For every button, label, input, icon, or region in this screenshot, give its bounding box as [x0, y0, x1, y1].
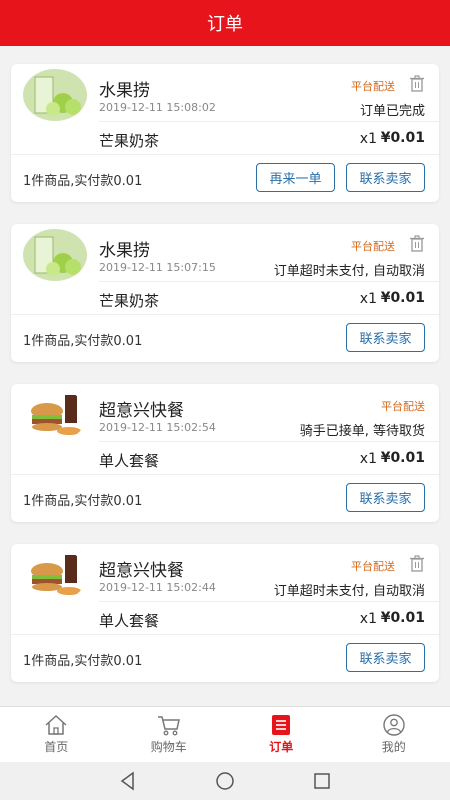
- contact-seller-button[interactable]: 联系卖家: [346, 163, 425, 192]
- divider: [11, 314, 439, 315]
- order-time: 2019-12-11 15:02:44: [99, 581, 216, 594]
- page-title: 订单: [207, 14, 243, 35]
- cart-icon: [157, 716, 180, 736]
- shop-thumbnail: [23, 69, 87, 121]
- shop-name: 超意兴快餐: [99, 401, 184, 421]
- delivery-type: 平台配送: [381, 400, 425, 413]
- back-icon[interactable]: [117, 770, 139, 792]
- item-quantity: x1: [359, 291, 377, 307]
- order-status: 订单超时未支付, 自动取消: [273, 264, 425, 279]
- top-bar: 订单: [0, 0, 450, 46]
- item-price: ¥0.01: [380, 610, 425, 626]
- order-status: 骑手已接单, 等待取货: [299, 424, 425, 439]
- item-name: 单人套餐: [99, 612, 160, 630]
- bottom-tab-bar: 首页 购物车 订单 我的: [0, 706, 450, 762]
- item-price: ¥0.01: [380, 450, 425, 466]
- divider: [99, 601, 439, 602]
- order-summary: 1件商品,实付款0.01: [23, 494, 143, 509]
- divider: [99, 281, 439, 282]
- tab-cart[interactable]: 购物车: [113, 707, 226, 762]
- divider: [11, 154, 439, 155]
- home-icon: [45, 714, 67, 735]
- item-name: 芒果奶茶: [99, 132, 160, 150]
- shop-name: 超意兴快餐: [99, 561, 184, 581]
- tab-label: 首页: [44, 740, 69, 754]
- shop-thumbnail: [23, 549, 87, 601]
- recents-icon[interactable]: [311, 770, 333, 792]
- order-card[interactable]: 超意兴快餐 2019-12-11 15:02:44 平台配送 订单超时未支付, …: [11, 544, 439, 682]
- trash-icon[interactable]: [409, 555, 425, 572]
- item-price: ¥0.01: [380, 130, 425, 146]
- user-icon: [383, 714, 405, 736]
- item-price: ¥0.01: [380, 290, 425, 306]
- order-summary: 1件商品,实付款0.01: [23, 174, 143, 189]
- order-status: 订单已完成: [359, 104, 425, 119]
- tab-home[interactable]: 首页: [0, 707, 113, 762]
- order-time: 2019-12-11 15:08:02: [99, 101, 216, 114]
- divider: [99, 441, 439, 442]
- item-quantity: x1: [359, 611, 377, 627]
- shop-name: 水果捞: [99, 81, 150, 101]
- order-summary: 1件商品,实付款0.01: [23, 654, 143, 669]
- order-card[interactable]: 水果捞 2019-12-11 15:07:15 平台配送 订单超时未支付, 自动…: [11, 224, 439, 362]
- order-card[interactable]: 水果捞 2019-12-11 15:08:02 平台配送 订单已完成 芒果奶茶 …: [11, 64, 439, 202]
- item-quantity: x1: [359, 131, 377, 147]
- shop-thumbnail: [23, 389, 87, 441]
- order-card[interactable]: 超意兴快餐 2019-12-11 15:02:54 平台配送 骑手已接单, 等待…: [11, 384, 439, 522]
- system-navigation-bar: [0, 762, 450, 800]
- item-quantity: x1: [359, 451, 377, 467]
- order-list-icon: [272, 715, 291, 735]
- shop-thumbnail: [23, 229, 87, 281]
- tab-orders[interactable]: 订单: [225, 707, 338, 762]
- order-summary: 1件商品,实付款0.01: [23, 334, 143, 349]
- order-time: 2019-12-11 15:07:15: [99, 261, 216, 274]
- order-list: 水果捞 2019-12-11 15:08:02 平台配送 订单已完成 芒果奶茶 …: [11, 64, 439, 704]
- delivery-type: 平台配送: [351, 80, 395, 93]
- delivery-type: 平台配送: [351, 560, 395, 573]
- divider: [99, 121, 439, 122]
- divider: [11, 634, 439, 635]
- item-name: 芒果奶茶: [99, 292, 160, 310]
- tab-label: 订单: [269, 740, 294, 754]
- item-name: 单人套餐: [99, 452, 160, 470]
- home-circle-icon[interactable]: [214, 770, 236, 792]
- contact-seller-button[interactable]: 联系卖家: [346, 323, 425, 352]
- contact-seller-button[interactable]: 联系卖家: [346, 643, 425, 672]
- shop-name: 水果捞: [99, 241, 150, 261]
- tab-mine[interactable]: 我的: [338, 707, 450, 762]
- order-time: 2019-12-11 15:02:54: [99, 421, 216, 434]
- tab-label: 我的: [381, 740, 406, 754]
- reorder-button[interactable]: 再来一单: [256, 163, 335, 192]
- contact-seller-button[interactable]: 联系卖家: [346, 483, 425, 512]
- trash-icon[interactable]: [409, 75, 425, 92]
- tab-label: 购物车: [150, 740, 187, 754]
- delivery-type: 平台配送: [351, 240, 395, 253]
- divider: [11, 474, 439, 475]
- trash-icon[interactable]: [409, 235, 425, 252]
- order-status: 订单超时未支付, 自动取消: [273, 584, 425, 599]
